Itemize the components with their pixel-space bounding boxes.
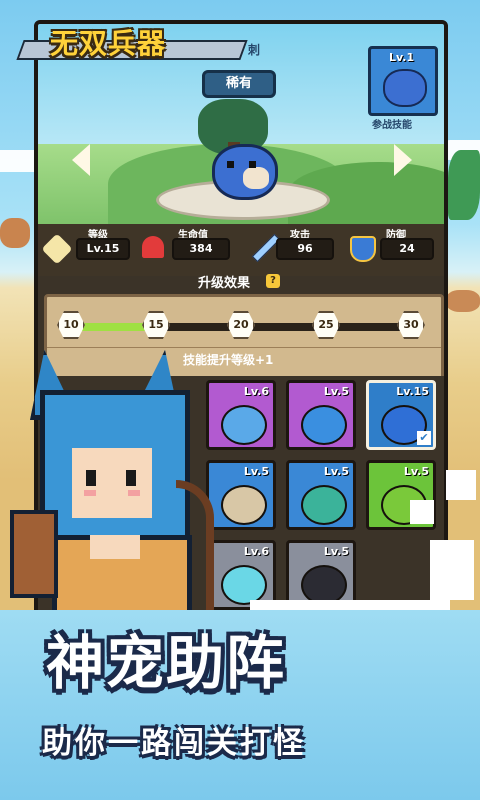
hero-face [72, 448, 152, 518]
hero-neck [90, 535, 140, 559]
hero-arm [10, 510, 58, 598]
pet-eye [249, 161, 256, 168]
pet-card-mushroom[interactable]: Lv.5 [286, 460, 356, 530]
hero-blush [84, 490, 96, 496]
upgrade-header: 升级效果 [198, 272, 250, 291]
shield-icon [350, 236, 376, 262]
hero-eye [126, 470, 136, 486]
pet-slot-level: Lv.1 [389, 51, 415, 64]
pet-level: Lv.5 [243, 465, 269, 478]
pet-slot-label: 参战技能 [372, 120, 412, 131]
blowfish-icon [383, 69, 427, 107]
pet-level: Lv.6 [243, 385, 269, 398]
stat-value-level: Lv.15 [76, 238, 130, 260]
prev-arrow-icon[interactable] [72, 144, 90, 176]
rock [0, 218, 30, 248]
crow-icon [301, 565, 347, 605]
slogan-banner: 神宠助阵 助你一路闯关打怪 [0, 610, 480, 800]
pet-card-blowfish[interactable]: Lv.15 ✔ [366, 380, 436, 450]
milestone-25: 25 [312, 311, 340, 339]
rock [446, 290, 480, 312]
slogan-sub: 助你一路闯关打怪 [42, 726, 306, 761]
mushroom-icon [301, 405, 347, 445]
palm-tree [448, 150, 480, 220]
pet-level: Lv.5 [403, 465, 429, 478]
game-title: 无双兵器 [50, 27, 167, 60]
upgrade-title: 升级效果 [198, 276, 251, 291]
stat-value-attack: 96 [276, 238, 334, 260]
pet-card-mushroom[interactable]: Lv.5 [286, 380, 356, 450]
hero-blush [128, 490, 140, 496]
heart-icon [142, 236, 164, 258]
stat-value-hp: 384 [172, 238, 230, 260]
selected-check-icon: ✔ [417, 431, 431, 445]
hero-character [0, 330, 240, 646]
stat-value-defense: 24 [380, 238, 434, 260]
blowfish-pet[interactable] [212, 144, 278, 200]
stats-bar: 等级 Lv.15 生命值 384 攻击 96 防御 24 [38, 224, 444, 276]
pixel-deco [410, 500, 434, 524]
upgrade-help-icon[interactable]: ? [266, 274, 280, 288]
pet-level: Lv.5 [323, 465, 349, 478]
milestone-30: 30 [397, 311, 425, 339]
level-badge-icon [41, 233, 73, 265]
mushroom-icon [301, 485, 347, 525]
pet-level: Lv.6 [243, 545, 269, 558]
slogan-main: 神宠助阵 [46, 629, 287, 697]
next-arrow-icon[interactable] [394, 144, 412, 176]
pixel-deco [446, 470, 476, 500]
hero-eye [86, 470, 96, 486]
pixel-deco [430, 540, 474, 600]
pet-level: Lv.5 [323, 385, 349, 398]
pet-level: Lv.15 [396, 385, 429, 398]
pet-level: Lv.5 [323, 545, 349, 558]
pet-eye [227, 161, 234, 168]
pet-belly [243, 167, 269, 189]
title-banner: 无双兵器 [16, 27, 250, 78]
pet-slot[interactable]: Lv.1 [368, 46, 438, 116]
